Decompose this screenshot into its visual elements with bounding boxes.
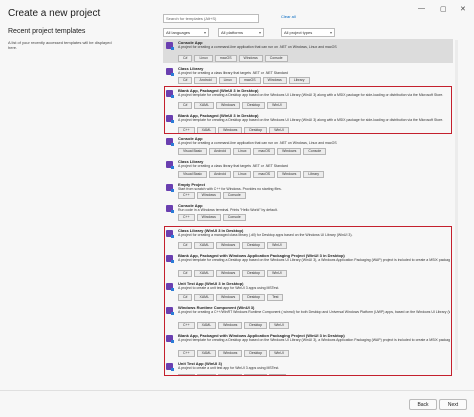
project-template-icon [166,138,174,146]
template-tag: macOS [238,77,261,84]
template-list-scrollbar[interactable] [455,40,458,370]
template-tag: Linux [233,148,252,155]
template-tags: Visual Basic Android Linux macOS Windows Libr… [178,171,325,178]
template-tag: macOS [253,171,276,178]
create-project-window: Create a new project — ▢ ✕ Recent projec… [0,0,474,417]
template-tag: Library [303,171,325,178]
chevron-down-icon: ▾ [203,30,206,35]
template-tag: Android [209,148,232,155]
template-tag: Console [264,55,288,62]
project-template-icon [166,68,174,76]
template-tags: C++ Windows Console [178,214,246,221]
template-description: A project for creating a class library t… [178,71,288,75]
template-tags: Visual Basic Android Linux macOS Windows Cons… [178,148,327,155]
template-tag: Linux [233,171,252,178]
template-tag: macOS [214,55,237,62]
template-tag: Windows [277,171,302,178]
template-tag: Windows [196,192,221,199]
template-tags: C# Android Linux macOS Windows Library [178,77,310,84]
template-tag: Visual Basic [178,148,208,155]
project-template-icon [166,161,174,169]
footer-divider [0,390,474,391]
project-type-filter[interactable]: All project types ▾ [281,28,335,37]
recent-templates-heading: Recent project templates [8,28,86,35]
template-description: Start from scratch with C++ for Windows.… [178,187,282,191]
template-description: A project for creating a command-line ap… [178,141,337,145]
language-filter-value: All languages [166,30,191,35]
platform-filter-value: All platforms [221,30,244,35]
project-template-icon [166,205,174,213]
language-filter[interactable]: All languages ▾ [163,28,209,37]
template-description: Run code in a Windows terminal. Prints "… [178,208,278,212]
back-button[interactable]: Back [409,399,437,410]
maximize-icon[interactable]: ▢ [440,5,447,13]
template-tag: Windows [238,55,263,62]
project-template-icon [166,184,174,192]
template-tag: Console [222,192,246,199]
template-tags: C# Linux macOS Windows Console [178,55,288,62]
template-description: A project for creating a class library t… [178,164,288,168]
platform-filter[interactable]: All platforms ▾ [218,28,264,37]
recent-templates-empty-text: A list of your recently accessed templat… [8,40,112,50]
minimize-icon[interactable]: — [418,5,425,12]
template-tag: macOS [253,148,276,155]
clear-all-link[interactable]: Clear all [281,14,296,19]
template-item[interactable]: Class Library A project for creating a cl… [163,65,453,85]
chevron-down-icon: ▾ [329,30,332,35]
search-input[interactable]: Search for templates (Alt+S) [163,14,259,23]
template-tag: C++ [178,192,195,199]
template-item[interactable]: Console App A project for creating a comm… [163,39,453,63]
template-tag: Console [303,148,327,155]
template-tag: Android [209,171,232,178]
template-tag: Linux [194,55,213,62]
template-tag: C# [178,77,193,84]
template-tag: Library [288,77,310,84]
project-type-filter-value: All project types [284,30,313,35]
template-item[interactable]: Console App Run code in a Windows termina… [163,202,453,222]
template-item[interactable]: Class Library A project for creating a cl… [163,158,453,179]
chevron-down-icon: ▾ [258,30,261,35]
window-title: Create a new project [8,8,101,19]
template-tag: Console [222,214,246,221]
template-tag: C# [178,55,193,62]
next-button[interactable]: Next [439,399,467,410]
template-description: A project for creating a command-line ap… [178,45,337,49]
highlight-box-winui-packaged [164,86,452,134]
template-tag: Android [194,77,217,84]
close-icon[interactable]: ✕ [460,5,466,13]
template-tag: Windows [277,148,302,155]
template-tag: Windows [262,77,287,84]
template-tag: Linux [218,77,237,84]
highlight-box-winui-templates [164,226,452,376]
template-item[interactable]: Empty Project Start from scratch with C++… [163,181,453,200]
template-tag: Visual Basic [178,171,208,178]
template-tag: Windows [196,214,221,221]
template-tags: C++ Windows Console [178,192,246,199]
project-template-icon [166,42,174,50]
template-tag: C++ [178,214,195,221]
template-item[interactable]: Console App A project for creating a comm… [163,135,453,156]
